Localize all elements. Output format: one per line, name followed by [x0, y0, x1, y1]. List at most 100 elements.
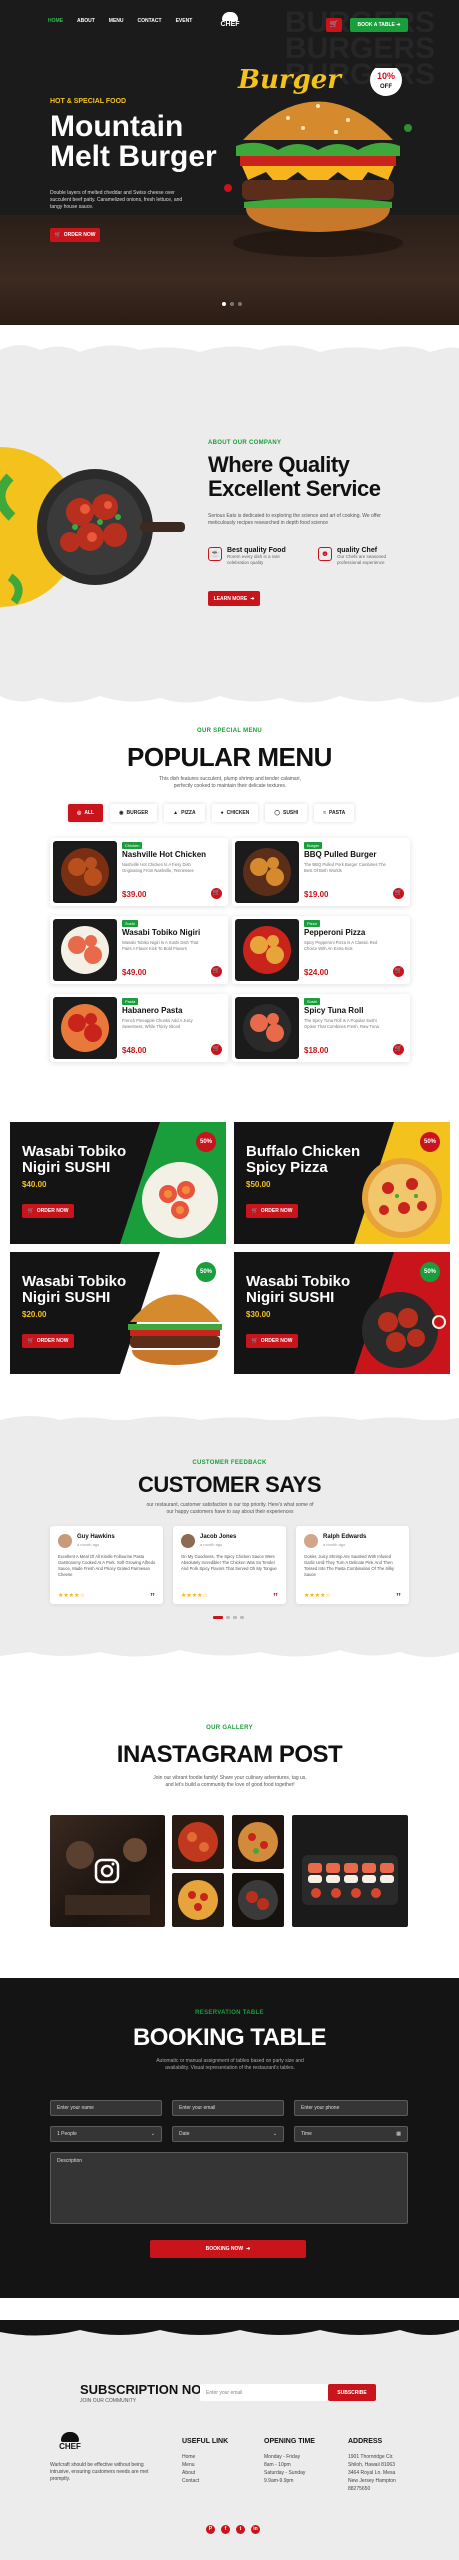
testimonial-slider-dots[interactable] — [213, 1616, 244, 1619]
facebook-icon[interactable]: f — [221, 2525, 230, 2534]
footer-link-home[interactable]: Home — [182, 2453, 228, 2461]
menu-item-image — [235, 997, 299, 1059]
menu-item-name: Nashville Hot Chicken — [122, 850, 207, 859]
nav-contact[interactable]: CONTACT — [138, 18, 162, 24]
add-to-cart-icon[interactable]: 🛒 — [393, 1044, 404, 1055]
message-field[interactable]: Description — [50, 2152, 408, 2224]
tab-pizza[interactable]: ▲ PIZZA — [164, 804, 205, 822]
testimonial-card: Guy Hawkins a month ago Excellent A Meal… — [50, 1526, 163, 1604]
time-field[interactable]: Time ▦ — [294, 2126, 408, 2142]
linkedin-icon[interactable]: in — [251, 2525, 260, 2534]
order-now-button[interactable]: 🛒 ORDER NOW — [50, 228, 100, 242]
cart-icon[interactable]: 🛒 — [326, 18, 342, 32]
booking-description: Automatic or manual assignment of tables… — [156, 2058, 304, 2071]
menu-item-name: BBQ Pulled Burger — [304, 850, 377, 859]
pasta-icon: ≈ — [323, 810, 327, 816]
menu-item-image — [53, 841, 117, 903]
discount-badge: 50% — [420, 1132, 440, 1152]
footer-link-about[interactable]: About — [182, 2469, 228, 2477]
gallery-image[interactable] — [172, 1873, 224, 1927]
booking-now-button[interactable]: BOOKING NOW ➜ — [150, 2240, 306, 2258]
date-select[interactable]: Date ⌄ — [172, 2126, 284, 2142]
tab-pasta[interactable]: ≈ PASTA — [314, 804, 355, 822]
all-icon: ◎ — [77, 810, 82, 816]
testimonials-label: CUSTOMER FEEDBACK — [192, 1460, 267, 1466]
pinterest-icon[interactable]: P — [206, 2525, 215, 2534]
chicken-icon: ● — [220, 810, 224, 816]
star-rating: ★★★★☆ — [58, 1593, 85, 1599]
instagram-icon — [94, 1858, 120, 1884]
gallery-image[interactable] — [172, 1815, 224, 1869]
book-table-button[interactable]: BOOK A TABLE ➜ — [350, 18, 408, 32]
promo-card[interactable]: Buffalo Chicken Spicy Pizza $50.00 🛒 ORDE… — [234, 1122, 450, 1244]
reviewer-name: Guy Hawkins — [77, 1534, 115, 1540]
chevron-down-icon: ⌄ — [150, 2131, 155, 2137]
twitter-icon[interactable]: t — [236, 2525, 245, 2534]
about-description: Serious Eats is dedicated to exploring t… — [208, 513, 381, 526]
feature-title: Best quality Food — [227, 547, 286, 554]
review-text: Gosler, Juicy Shrimp Are Sautéed With In… — [304, 1554, 395, 1577]
testimonials-section: CUSTOMER FEEDBACK CUSTOMER SAYS our rest… — [0, 1420, 459, 1650]
tab-all[interactable]: ◎ ALL — [68, 804, 104, 822]
main-nav: HOME ABOUT MENU CONTACT EVENT — [48, 18, 192, 24]
feature-title: quality Chef — [337, 547, 378, 554]
order-now-button[interactable]: 🛒 ORDER NOW — [22, 1334, 74, 1348]
order-now-button[interactable]: 🛒 ORDER NOW — [246, 1204, 298, 1218]
promo-title: Wasabi Tobiko Nigiri SUSHI — [246, 1273, 351, 1306]
promo-price: $30.00 — [246, 1310, 271, 1319]
footer-link-menu[interactable]: Menu — [182, 2461, 228, 2469]
promo-card[interactable]: Wasabi Tobiko Nigiri SUSHI $30.00 🛒 ORDER… — [234, 1252, 450, 1374]
calendar-icon: ▦ — [396, 2131, 401, 2137]
footer-logo[interactable]: CHEF — [50, 2432, 90, 2451]
email-field[interactable]: Enter your email — [172, 2100, 284, 2116]
nav-menu[interactable]: MENU — [109, 18, 124, 24]
menu-item-card[interactable]: Sushi Wasabi Tobiko Nigiri Wasabi Tobiko N… — [50, 916, 228, 984]
menu-item-card[interactable]: Chicken Nashville Hot Chicken Nashville Ho… — [50, 838, 228, 906]
tab-chicken[interactable]: ● CHICKEN — [211, 804, 259, 822]
add-to-cart-icon[interactable]: 🛒 — [393, 888, 404, 899]
menu-item-description: Spicy Pepperoni Pizza Is A Classic Red C… — [304, 940, 378, 951]
gallery-image[interactable] — [50, 1815, 165, 1927]
tab-sushi[interactable]: ◯ SUSHI — [265, 804, 308, 822]
nav-event[interactable]: EVENT — [176, 18, 193, 24]
order-now-button[interactable]: 🛒 ORDER NOW — [246, 1334, 298, 1348]
svg-text:OFF: OFF — [380, 84, 392, 90]
nav-about[interactable]: ABOUT — [77, 18, 95, 24]
hours-line: 9.9am-9.9pm — [264, 2478, 294, 2484]
promo-title: Buffalo Chicken Spicy Pizza — [246, 1143, 361, 1176]
logo[interactable]: CHEF — [214, 12, 246, 34]
add-to-cart-icon[interactable]: 🛒 — [211, 1044, 222, 1055]
category-badge: Pasta — [122, 998, 139, 1005]
add-to-cart-icon[interactable]: 🛒 — [211, 966, 222, 977]
gallery-image[interactable] — [232, 1815, 284, 1869]
add-to-cart-icon[interactable]: 🛒 — [211, 888, 222, 899]
footer-link-contact[interactable]: Contact — [182, 2477, 228, 2485]
nav-home[interactable]: HOME — [48, 18, 63, 24]
name-field[interactable]: Enter your name — [50, 2100, 162, 2116]
menu-item-card[interactable]: Sushi Spicy Tuna Roll The Spicy Tuna Roll … — [232, 994, 410, 1062]
promo-card[interactable]: Wasabi Tobiko Nigiri SUSHI $20.00 🛒 ORDER… — [10, 1252, 226, 1374]
tab-burger[interactable]: ◉ BURGER — [110, 804, 158, 822]
menu-item-description: French Pineapple Chunks Add A Juicy Swee… — [122, 1018, 193, 1029]
order-now-button[interactable]: 🛒 ORDER NOW — [22, 1204, 74, 1218]
address-line: 1901 Thornridge Cir. — [348, 2454, 394, 2460]
logo-text: CHEF — [220, 21, 240, 28]
subscribe-email-input[interactable]: Enter your email — [200, 2384, 330, 2401]
subscribe-button[interactable]: SUBSCRIBE — [328, 2384, 376, 2401]
menu-tabs: ◎ ALL ◉ BURGER ▲ PIZZA ● CHICKEN ◯ SUSHI ≈ PAS… — [68, 804, 355, 822]
testimonial-card: Jacob Jones a month ago On My Goodness, … — [173, 1526, 286, 1604]
phone-field[interactable]: Enter your phone — [294, 2100, 408, 2116]
gallery-image[interactable] — [232, 1873, 284, 1927]
gallery-image[interactable] — [292, 1815, 408, 1927]
avatar — [58, 1534, 72, 1548]
menu-item-card[interactable]: Pasta Habanero Pasta French Pineapple Chun… — [50, 994, 228, 1062]
add-to-cart-icon[interactable]: 🛒 — [393, 966, 404, 977]
people-select[interactable]: 1 People ⌄ — [50, 2126, 162, 2142]
promo-card[interactable]: Wasabi Tobiko Nigiri SUSHI $40.00 🛒 ORDER… — [10, 1122, 226, 1244]
promo-title: Wasabi Tobiko Nigiri SUSHI — [22, 1273, 127, 1306]
hero-slider-dots[interactable] — [222, 302, 242, 306]
menu-item-card[interactable]: Burger BBQ Pulled Burger The BBQ Pulled Po… — [232, 838, 410, 906]
menu-item-card[interactable]: Pizza Pepperoni Pizza Spicy Pepperoni Pizz… — [232, 916, 410, 984]
learn-more-button[interactable]: LEARN MORE ➜ — [208, 591, 260, 606]
category-badge: Pizza — [304, 920, 320, 927]
